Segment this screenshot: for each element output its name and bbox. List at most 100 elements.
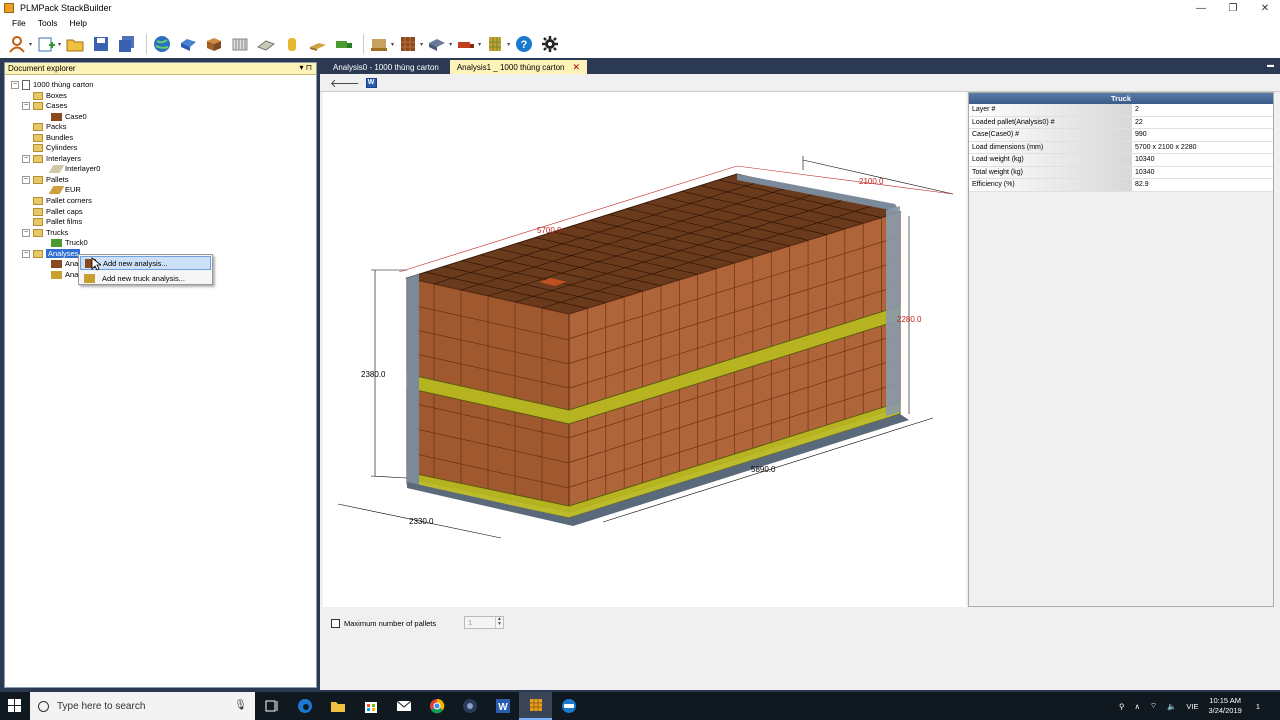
property-value: 990	[1132, 129, 1273, 141]
chrome-app[interactable]	[420, 692, 453, 720]
max-pallets-stepper[interactable]: 1 ▲ ▼	[464, 616, 504, 629]
search-icon	[38, 700, 49, 712]
tab-analysis1[interactable]: Analysis1 _ 1000 thùng carton ✕	[449, 60, 588, 74]
truck-analysis-icon	[458, 42, 475, 48]
box-icon	[181, 39, 197, 51]
stackbuilder-icon	[529, 699, 542, 711]
database-button[interactable]	[151, 33, 173, 55]
show-hidden-icons[interactable]: ∧	[1134, 702, 1140, 711]
menu-file[interactable]: File	[12, 18, 26, 28]
property-row: Load dimensions (mm) 5700 x 2100 x 2280	[969, 141, 1273, 154]
steam-app[interactable]	[453, 692, 486, 720]
tree-node-eur[interactable]: EUR	[48, 184, 81, 195]
volume-icon[interactable]: 🔈	[1167, 702, 1176, 711]
case-analysis-button[interactable]	[397, 33, 419, 55]
start-button[interactable]	[0, 692, 30, 720]
back-arrow-button[interactable]: 🡐	[330, 76, 360, 90]
add-new-truck-analysis-menu-item[interactable]: Add new truck analysis...	[80, 271, 211, 285]
tree-node-packs[interactable]: Packs	[33, 121, 66, 132]
case-button[interactable]	[203, 33, 225, 55]
truck-load-3d-view[interactable]: 5700.0 2100.0 2280.0 2380.0 5890.0 2330.…	[323, 92, 966, 607]
pallet-analysis-button[interactable]	[368, 33, 390, 55]
clock[interactable]: 10:15 AM 3/24/2019	[1208, 696, 1241, 716]
property-row: Load weight (kg) 10340	[969, 154, 1273, 167]
taskbar-search[interactable]: Type here to search 🎙	[30, 692, 255, 720]
tree-node-truck0[interactable]: Truck0	[51, 237, 88, 248]
notification-center-icon[interactable]: 1	[1256, 702, 1270, 711]
interlayer-button[interactable]	[255, 33, 277, 55]
folder-icon	[33, 228, 43, 237]
task-view-button[interactable]	[255, 692, 288, 720]
tree-node-pallet-films[interactable]: Pallet films	[33, 216, 82, 227]
user-button[interactable]	[6, 33, 28, 55]
word-app[interactable]: W	[486, 692, 519, 720]
tree-node-pallet-corners[interactable]: Pallet corners	[33, 195, 92, 206]
store-icon	[364, 702, 377, 713]
interlayer-item-icon	[48, 164, 65, 173]
property-row: Layer #2	[969, 104, 1273, 117]
main-toolbar: ▾ ▾ ▾ ▾ ▾ ▾ ▾ ?	[0, 30, 1280, 58]
edge-app[interactable]	[288, 692, 321, 720]
stackbuilder-app[interactable]	[519, 692, 552, 720]
max-pallets-checkbox[interactable]	[331, 619, 340, 628]
store-app[interactable]	[354, 692, 387, 720]
microphone-icon[interactable]: 🎙	[234, 700, 247, 711]
stepper-arrows-icon[interactable]: ▲ ▼	[495, 617, 503, 628]
collapse-icon[interactable]: −	[11, 80, 19, 89]
open-button[interactable]	[64, 33, 86, 55]
box-analysis-icon	[429, 39, 446, 51]
bundle-button[interactable]	[229, 33, 251, 55]
open-folder-icon	[66, 39, 84, 52]
explorer-pin-button[interactable]: ▾ ⊓	[300, 63, 312, 72]
document-tabs: Analysis0 - 1000 thùng carton Analysis1 …	[320, 58, 1280, 74]
language-indicator[interactable]: VIE	[1186, 702, 1198, 711]
word-report-button[interactable]: W	[365, 77, 377, 88]
windows-icon	[8, 699, 21, 712]
tree-node-interlayer0[interactable]: Interlayer0	[48, 163, 100, 174]
options-panel: Maximum number of pallets 1 ▲ ▼	[320, 608, 1280, 688]
tree-node-cylinders[interactable]: Cylinders	[33, 142, 77, 153]
menu-tools[interactable]: Tools	[38, 18, 58, 28]
collapse-icon[interactable]: −	[22, 249, 30, 258]
collapse-icon[interactable]: −	[22, 228, 30, 237]
truck-analysis-button[interactable]	[455, 33, 477, 55]
people-icon[interactable]: ⚲	[1119, 702, 1125, 711]
folder-icon	[33, 175, 43, 184]
tree-root[interactable]: −1000 thùng carton	[11, 79, 93, 90]
box-button[interactable]	[177, 33, 199, 55]
collapse-icon[interactable]: −	[22, 101, 30, 110]
task-view-icon	[265, 700, 277, 712]
save-button[interactable]	[90, 33, 112, 55]
zalo-app[interactable]	[552, 692, 585, 720]
minimize-button[interactable]: —	[1184, 0, 1218, 16]
network-icon[interactable]: ⌔	[1150, 701, 1157, 711]
menu-help[interactable]: Help	[70, 18, 87, 28]
tree-node-cases[interactable]: − Cases	[22, 100, 67, 111]
maximize-button[interactable]: ❐	[1216, 0, 1250, 16]
tab-analysis0[interactable]: Analysis0 - 1000 thùng carton	[326, 60, 446, 74]
optimize-button[interactable]	[484, 33, 506, 55]
settings-button[interactable]	[539, 33, 561, 55]
cylinder-button[interactable]	[281, 33, 303, 55]
truck-button[interactable]	[333, 33, 355, 55]
property-row: Efficiency (%) 82.9	[969, 179, 1273, 192]
help-button[interactable]: ?	[513, 33, 535, 55]
pallet-button[interactable]	[307, 33, 329, 55]
case-item-icon	[51, 112, 62, 121]
collapse-icon[interactable]: −	[22, 175, 30, 184]
dim-height-left: 2380.0	[361, 370, 386, 379]
close-button[interactable]: ✕	[1248, 0, 1280, 16]
3d-viewport[interactable]: 5700.0 2100.0 2280.0 2380.0 5890.0 2330.…	[323, 92, 966, 607]
collapse-icon[interactable]: −	[22, 154, 30, 163]
tab-close-icon[interactable]: ✕	[572, 62, 580, 73]
analysis-item-icon	[51, 270, 62, 279]
explorer-title: Document explorer	[8, 64, 76, 73]
property-value: 22	[1132, 116, 1273, 128]
tab-list-dropdown[interactable]: ▬	[1267, 62, 1274, 69]
save-all-button[interactable]	[116, 33, 138, 55]
file-explorer-app[interactable]	[321, 692, 354, 720]
property-row: Case(Case0) #990	[969, 129, 1273, 142]
new-document-button[interactable]	[35, 33, 57, 55]
mail-app[interactable]	[387, 692, 420, 720]
box-analysis-button[interactable]	[426, 33, 448, 55]
